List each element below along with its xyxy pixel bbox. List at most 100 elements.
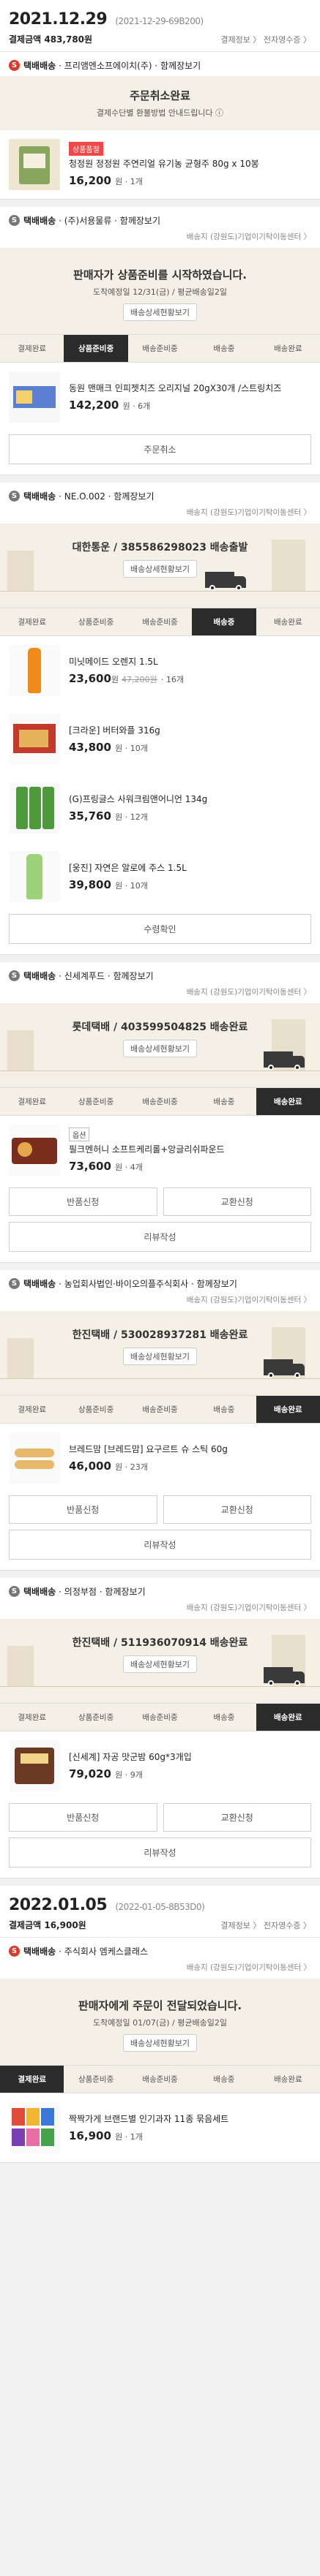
step-active: 배송중 xyxy=(192,608,256,635)
receipt-links[interactable]: 결제정보 〉 전자영수증 〉 xyxy=(220,1919,311,1931)
tracking-button[interactable]: 배송상세현황보기 xyxy=(123,303,197,321)
delivery-illustration: 롯데택배 / 403599504825 배송완료 배송상세현황보기 xyxy=(0,1003,320,1087)
tracking-button[interactable]: 배송상세현황보기 xyxy=(123,1348,197,1365)
ship-label: 택배배송 xyxy=(23,1946,56,1957)
delivery-address[interactable]: 배송지 (강원도)기업이기탁이동센터 〉 xyxy=(0,1294,320,1311)
list-item[interactable]: 옵션 필크멘허니 소프트케리롤+앙글리쉬파운드 73,600 원 · 4개 xyxy=(0,1116,320,1185)
order-card: S 택배배송 · 농업회사법인·바이오의플주식회사 · 함께장보기 배송지 (강… xyxy=(0,1270,320,1571)
step-active: 상품준비중 xyxy=(64,335,128,362)
delivery-address[interactable]: 배송지 (강원도)기업이기탁이동센터 〉 xyxy=(0,986,320,1003)
exchange-request-button[interactable]: 교환신청 xyxy=(163,1495,311,1524)
step-active: 배송완료 xyxy=(256,1088,320,1115)
list-item[interactable]: 미닛메이드 오렌지 1.5L 23,600원 47,200원 · 16개 xyxy=(0,636,320,705)
product-image xyxy=(9,851,60,902)
ship-label: 택배배송 xyxy=(23,491,56,502)
product-price: 23,600 xyxy=(69,672,111,686)
product-price: 16,900 xyxy=(69,2129,111,2143)
step: 상품준비중 xyxy=(64,2066,128,2093)
product-count: 원 · 10개 xyxy=(115,744,148,754)
status-title: 대한통운 / 385586298023 배송출발 xyxy=(72,542,248,554)
confirm-receipt-button[interactable]: 수령확인 xyxy=(9,914,311,944)
return-request-button[interactable]: 반품신청 xyxy=(9,1803,157,1832)
delivery-address[interactable]: 배송지 (강원도)기업이기탁이동센터 〉 xyxy=(0,1962,320,1979)
exchange-request-button[interactable]: 교환신청 xyxy=(163,1187,311,1216)
progress-steps: 결제완료 상품준비중 배송준비중 배송중 배송완료 xyxy=(0,1395,320,1424)
product-count: 원 · 12개 xyxy=(115,812,148,823)
step: 결제완료 xyxy=(0,608,64,635)
seller-row[interactable]: S 택배배송 · 신세계푸드 · 함께장보기 xyxy=(0,962,320,986)
seller-name: · 농업회사법인·바이오의플주식회사 · 함께장보기 xyxy=(59,1279,237,1289)
tracking-button[interactable]: 배송상세현황보기 xyxy=(123,1040,197,1057)
seller-row[interactable]: S 택배배송 · 의정부점 · 함께장보기 xyxy=(0,1578,320,1602)
cancel-order-button[interactable]: 주문취소 xyxy=(9,434,311,464)
exchange-request-button[interactable]: 교환신청 xyxy=(163,1803,311,1832)
product-image xyxy=(9,2102,60,2153)
ssg-badge-icon: S xyxy=(9,1946,20,1957)
step: 결제완료 xyxy=(0,1396,64,1423)
ssg-badge-icon: S xyxy=(9,1586,20,1597)
seller-name: · (주)서용물류 · 함께장보기 xyxy=(59,216,161,226)
progress-steps: 결제완료 상품준비중 배송준비중 배송중 배송완료 xyxy=(0,1703,320,1731)
step: 배송준비중 xyxy=(127,2066,193,2093)
status-sub: 도착예정일 01/07(금) / 평균배송일2일 xyxy=(93,2018,227,2028)
delivery-address[interactable]: 배송지 (강원도)기업이기탁이동센터 〉 xyxy=(0,1602,320,1619)
product-count: 원 · 9개 xyxy=(115,1770,143,1780)
seller-row[interactable]: S 택배배송 · NE.O.002 · 함께장보기 xyxy=(0,483,320,507)
list-item[interactable]: [신세계] 자공 맛군밤 60g*3개입 79,020 원 · 9개 xyxy=(0,1731,320,1800)
return-request-button[interactable]: 반품신청 xyxy=(9,1187,157,1216)
list-item[interactable]: 짝짝가게 브랜드별 인기과자 11종 묶음세트 16,900 원 · 1개 xyxy=(0,2093,320,2162)
product-name: 동원 맨매크 인피젯치즈 오리지널 20gX30개 /스트링치즈 xyxy=(69,382,282,393)
step: 결제완료 xyxy=(0,1704,64,1731)
seller-row[interactable]: S 택배배송 · 농업회사법인·바이오의플주식회사 · 함께장보기 xyxy=(0,1270,320,1294)
step: 상품준비중 xyxy=(64,1088,128,1115)
product-image xyxy=(9,371,60,423)
step: 배송완료 xyxy=(256,608,320,635)
product-name: (G)프링글스 사워크림앤어니언 134g xyxy=(69,793,208,804)
product-price: 39,800 xyxy=(69,878,111,892)
product-count: 원 · 1개 xyxy=(115,2132,143,2142)
status-title: 롯데택배 / 403599504825 배송완료 xyxy=(72,1021,248,1033)
step: 상품준비중 xyxy=(64,1704,128,1731)
seller-row[interactable]: S 택배배송 · 주식회사 엠케스클래스 xyxy=(0,1938,320,1962)
delivery-address[interactable]: 배송지 (강원도)기업이기탁이동센터 〉 xyxy=(0,507,320,524)
progress-steps: 결제완료 상품준비중 배송준비중 배송중 배송완료 xyxy=(0,608,320,636)
tracking-button[interactable]: 배송상세현황보기 xyxy=(123,560,197,578)
delivery-address[interactable]: 배송지 (강원도)기업이기탁이동센터 〉 xyxy=(0,231,320,248)
order-card: S 택배배송 · 신세계푸드 · 함께장보기 배송지 (강원도)기업이기탁이동센… xyxy=(0,962,320,1263)
status-sub[interactable]: 결제수단별 환불방법 안내드립니다 ⓘ xyxy=(7,107,313,118)
status-title: 한진택배 / 511936070914 배송완료 xyxy=(72,1637,248,1649)
write-review-button[interactable]: 리뷰작성 xyxy=(9,1837,311,1867)
step-active: 배송완료 xyxy=(256,1704,320,1731)
delivery-illustration: 대한통운 / 385586298023 배송출발 배송상세현황보기 xyxy=(0,524,320,608)
receipt-links[interactable]: 결제정보 〉 전자영수증 〉 xyxy=(220,34,311,45)
seller-row[interactable]: S 택배배송 · 프리앰엔소프에이치(주) · 함께장보기 xyxy=(0,52,320,76)
payment-line: 결제금액 16,900원 결제정보 〉 전자영수증 〉 xyxy=(0,1916,320,1938)
product-image xyxy=(9,645,60,696)
step: 결제완료 xyxy=(0,335,64,362)
step: 배송완료 xyxy=(256,335,320,362)
order-card: S 택배배송 · 주식회사 엠케스클래스 배송지 (강원도)기업이기탁이동센터 … xyxy=(0,1938,320,2163)
product-price: 35,760 xyxy=(69,809,111,823)
step: 배송중 xyxy=(192,1088,256,1115)
list-item[interactable]: [크라운] 버터와플 316g 43,800 원 · 10개 xyxy=(0,705,320,774)
write-review-button[interactable]: 리뷰작성 xyxy=(9,1222,311,1252)
product-name: 짝짝가게 브랜드별 인기과자 11종 묶음세트 xyxy=(69,2113,229,2124)
seller-name: · 의정부점 · 함께장보기 xyxy=(59,1587,146,1597)
tracking-button[interactable]: 배송상세현황보기 xyxy=(123,1655,197,1673)
order-date: 2022.01.05 (2022-01-05-8B53D0) xyxy=(9,1896,205,1914)
status-box: 판매자가 상품준비를 시작하였습니다. 도착예정일 12/31(금) / 평균배… xyxy=(0,248,320,334)
list-item[interactable]: (G)프링글스 사워크림앤어니언 134g 35,760 원 · 12개 xyxy=(0,774,320,842)
seller-row[interactable]: S 택배배송 · (주)서용물류 · 함께장보기 xyxy=(0,207,320,231)
tracking-button[interactable]: 배송상세현황보기 xyxy=(123,2034,197,2052)
list-item[interactable]: 동원 맨매크 인피젯치즈 오리지널 20gX30개 /스트링치즈 142,200… xyxy=(0,363,320,431)
step: 배송중 xyxy=(192,335,256,362)
ssg-badge-icon: S xyxy=(9,491,20,502)
return-request-button[interactable]: 반품신청 xyxy=(9,1495,157,1524)
option-tag: 옵션 xyxy=(69,1127,90,1141)
list-item[interactable]: 브레드맘 [브레드맘] 요구르트 슈 스틱 60g 46,000 원 · 23개 xyxy=(0,1424,320,1492)
product-count: 원 · 10개 xyxy=(115,881,148,891)
write-review-button[interactable]: 리뷰작성 xyxy=(9,1530,311,1560)
list-item[interactable]: 상품품절 청정원 정정원 주연리얼 유기농 균형주 80g x 10봉 16,2… xyxy=(0,130,320,199)
list-item[interactable]: [웅진] 자연은 알로에 주스 1.5L 39,800 원 · 10개 xyxy=(0,842,320,911)
order-card: S 택배배송 · NE.O.002 · 함께장보기 배송지 (강원도)기업이기탁… xyxy=(0,483,320,955)
